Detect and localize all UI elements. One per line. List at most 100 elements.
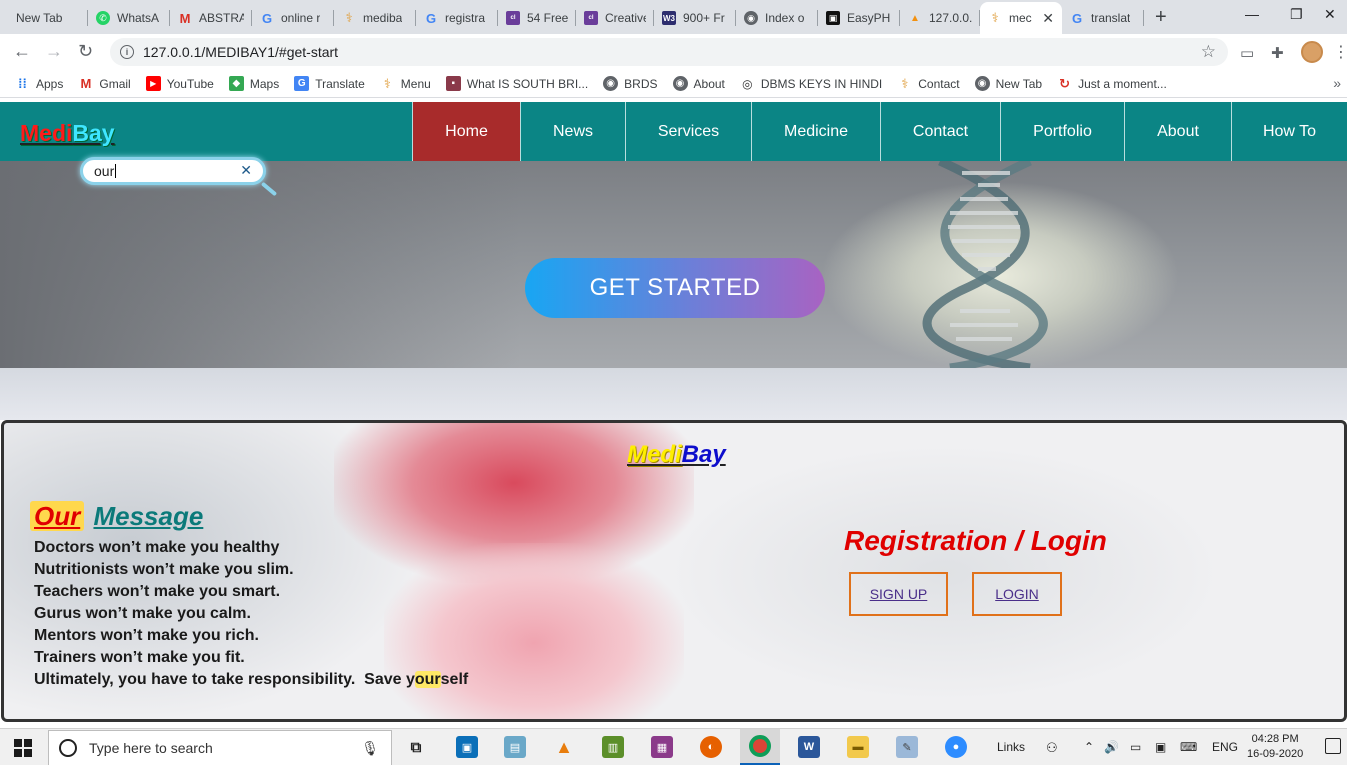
browser-tab[interactable]: ▲ 127.0.0.	[900, 2, 980, 34]
links-toolbar-label[interactable]: Links	[997, 740, 1025, 754]
browser-tab-active[interactable]: ⚕ mec ✕	[980, 2, 1062, 34]
action-center-icon[interactable]	[1325, 738, 1341, 754]
keyboard-icon[interactable]: ⌨	[1180, 740, 1197, 754]
winrar-icon[interactable]: ▦	[651, 736, 673, 758]
nav-home[interactable]: Home	[412, 102, 520, 161]
word-icon[interactable]: W	[798, 736, 820, 758]
remote-desktop-icon[interactable]: ▣	[456, 736, 478, 758]
taskbar-search-placeholder: Type here to search	[89, 740, 213, 756]
browser-tab[interactable]: ✆ WhatsA	[88, 2, 170, 34]
globe-icon: ◉	[672, 76, 688, 91]
browser-tab[interactable]: cl 54 Free	[498, 2, 576, 34]
browser-tab[interactable]: ◉ Index o	[736, 2, 818, 34]
globe-icon: ◉	[603, 76, 619, 91]
browser-tab[interactable]: W3 900+ Fr	[654, 2, 736, 34]
reload-icon[interactable]: ↻	[78, 41, 93, 62]
file-explorer-icon[interactable]: ▬	[847, 736, 869, 758]
taskbar-search-box[interactable]: Type here to search 🎙	[48, 730, 392, 765]
bookmark-brds[interactable]: ◉ BRDS	[603, 76, 658, 91]
browser-tab[interactable]: Gonline r	[252, 2, 334, 34]
windows-start-icon[interactable]	[14, 739, 32, 757]
bookmark-apps[interactable]: ⁞⁞ Apps	[15, 76, 63, 91]
message-line: Doctors won’t make you healthy	[34, 539, 280, 556]
bookmark-dbms-keys[interactable]: ◎ DBMS KEYS IN HINDI	[740, 76, 882, 91]
site-search-input[interactable]: our ✕	[80, 157, 266, 185]
browser-tab[interactable]: M ABSTRA	[170, 2, 252, 34]
people-icon[interactable]: ⚇	[1046, 740, 1058, 756]
tab-title: ABSTRA	[199, 11, 244, 25]
minimize-icon[interactable]: —	[1245, 6, 1259, 22]
close-tab-icon[interactable]: ✕	[1036, 10, 1054, 27]
bookmark-label: Apps	[36, 76, 64, 91]
tab-title: 127.0.0.	[929, 11, 972, 25]
message-lines: Doctors won’t make you healthy Nutrition…	[34, 537, 468, 691]
bookmark-translate[interactable]: G Translate	[294, 76, 365, 91]
main-menu: Home News Services Medicine Contact Port…	[412, 102, 1347, 161]
bookmark-new-tab[interactable]: ◉ New Tab	[974, 76, 1042, 91]
new-tab-plus-icon[interactable]: +	[1155, 6, 1167, 29]
browser-tab[interactable]: Gtranslat	[1062, 2, 1144, 34]
tab-title: 900+ Fr	[683, 11, 725, 25]
browser-tab[interactable]: Gregistra	[416, 2, 498, 34]
login-button[interactable]: LOGIN	[972, 572, 1062, 616]
bookmark-maps[interactable]: ◆ Maps	[228, 76, 279, 91]
volume-icon[interactable]: 🔊	[1104, 740, 1119, 754]
paint-icon[interactable]: ✎	[896, 736, 918, 758]
restore-icon[interactable]: ❐	[1290, 6, 1303, 23]
clock-date: 16-09-2020	[1247, 748, 1304, 760]
chrome-menu-icon[interactable]: ⋮	[1333, 42, 1347, 62]
medibay-favicon-icon: ⚕	[383, 75, 391, 91]
extensions-puzzle-icon[interactable]: ✚	[1271, 44, 1284, 62]
browser-tab[interactable]: cl Creative	[576, 2, 654, 34]
bookmark-contact[interactable]: ⚕ Contact	[897, 76, 959, 91]
network-icon[interactable]: ▭	[1130, 740, 1141, 754]
bookmark-just-a-moment[interactable]: ↻ Just a moment...	[1057, 76, 1167, 91]
bookmark-gmail[interactable]: M Gmail	[78, 76, 130, 91]
zoom-icon[interactable]: ●	[945, 736, 967, 758]
bookmark-star-icon[interactable]: ☆	[1201, 42, 1216, 62]
more-bookmarks-icon[interactable]: »	[1333, 75, 1341, 91]
nav-portfolio[interactable]: Portfolio	[1000, 102, 1124, 161]
tab-title: registra	[445, 11, 486, 25]
sign-up-button[interactable]: SIGN UP	[849, 572, 948, 616]
chrome-taskbar-button[interactable]	[740, 729, 780, 765]
vlc-icon[interactable]: ▲	[553, 736, 575, 758]
whatsapp-icon: ✆	[96, 11, 110, 25]
close-window-icon[interactable]: ✕	[1324, 6, 1336, 23]
nav-news[interactable]: News	[520, 102, 625, 161]
spreadsheet-app-icon[interactable]: ▥	[602, 736, 624, 758]
bookmark-about[interactable]: ◉ About	[672, 76, 725, 91]
tab-title: EasyPH	[847, 11, 891, 25]
show-hidden-icons-chevron-icon[interactable]: ⌃	[1084, 740, 1094, 754]
eye-icon: ◎	[742, 76, 753, 91]
nav-medicine[interactable]: Medicine	[751, 102, 880, 161]
firefox-icon[interactable]: ◐	[700, 736, 722, 758]
notes-app-icon[interactable]: ▤	[504, 736, 526, 758]
profile-avatar[interactable]	[1301, 41, 1323, 63]
site-logo[interactable]: MediBay	[20, 120, 115, 147]
clear-search-icon[interactable]: ✕	[240, 162, 252, 179]
language-indicator[interactable]: ENG	[1212, 740, 1238, 754]
google-icon: G	[1071, 10, 1083, 26]
system-clock[interactable]: 04:28 PM 16-09-2020	[1247, 732, 1303, 762]
forward-arrow-icon[interactable]: →	[45, 41, 63, 62]
browser-tab[interactable]: New Tab	[0, 2, 88, 34]
bookmark-youtube[interactable]: ▶ YouTube	[145, 76, 214, 91]
address-bar[interactable]: i 127.0.0.1/MEDIBAY1/#get-start ☆	[110, 38, 1228, 66]
nav-how-to[interactable]: How To	[1231, 102, 1347, 161]
browser-tab[interactable]: ▣ EasyPH	[818, 2, 900, 34]
browser-tab[interactable]: ⚕ mediba	[334, 2, 416, 34]
microphone-icon[interactable]: 🎙	[361, 740, 379, 757]
site-info-icon[interactable]: i	[120, 45, 134, 59]
cast-icon[interactable]: ▭	[1240, 44, 1254, 62]
nav-contact[interactable]: Contact	[880, 102, 1000, 161]
url-text: 127.0.0.1/MEDIBAY1/#get-start	[143, 44, 339, 60]
task-view-icon[interactable]: ⧉	[405, 736, 427, 758]
nav-services[interactable]: Services	[625, 102, 751, 161]
back-arrow-icon[interactable]: ←	[13, 41, 31, 62]
get-started-button[interactable]: GET STARTED	[525, 258, 825, 318]
nav-about[interactable]: About	[1124, 102, 1231, 161]
display-icon[interactable]: ▣	[1155, 740, 1166, 754]
bookmark-south-bri[interactable]: ▪ What IS SOUTH BRI...	[445, 76, 588, 91]
bookmark-menu[interactable]: ⚕ Menu	[380, 76, 431, 91]
